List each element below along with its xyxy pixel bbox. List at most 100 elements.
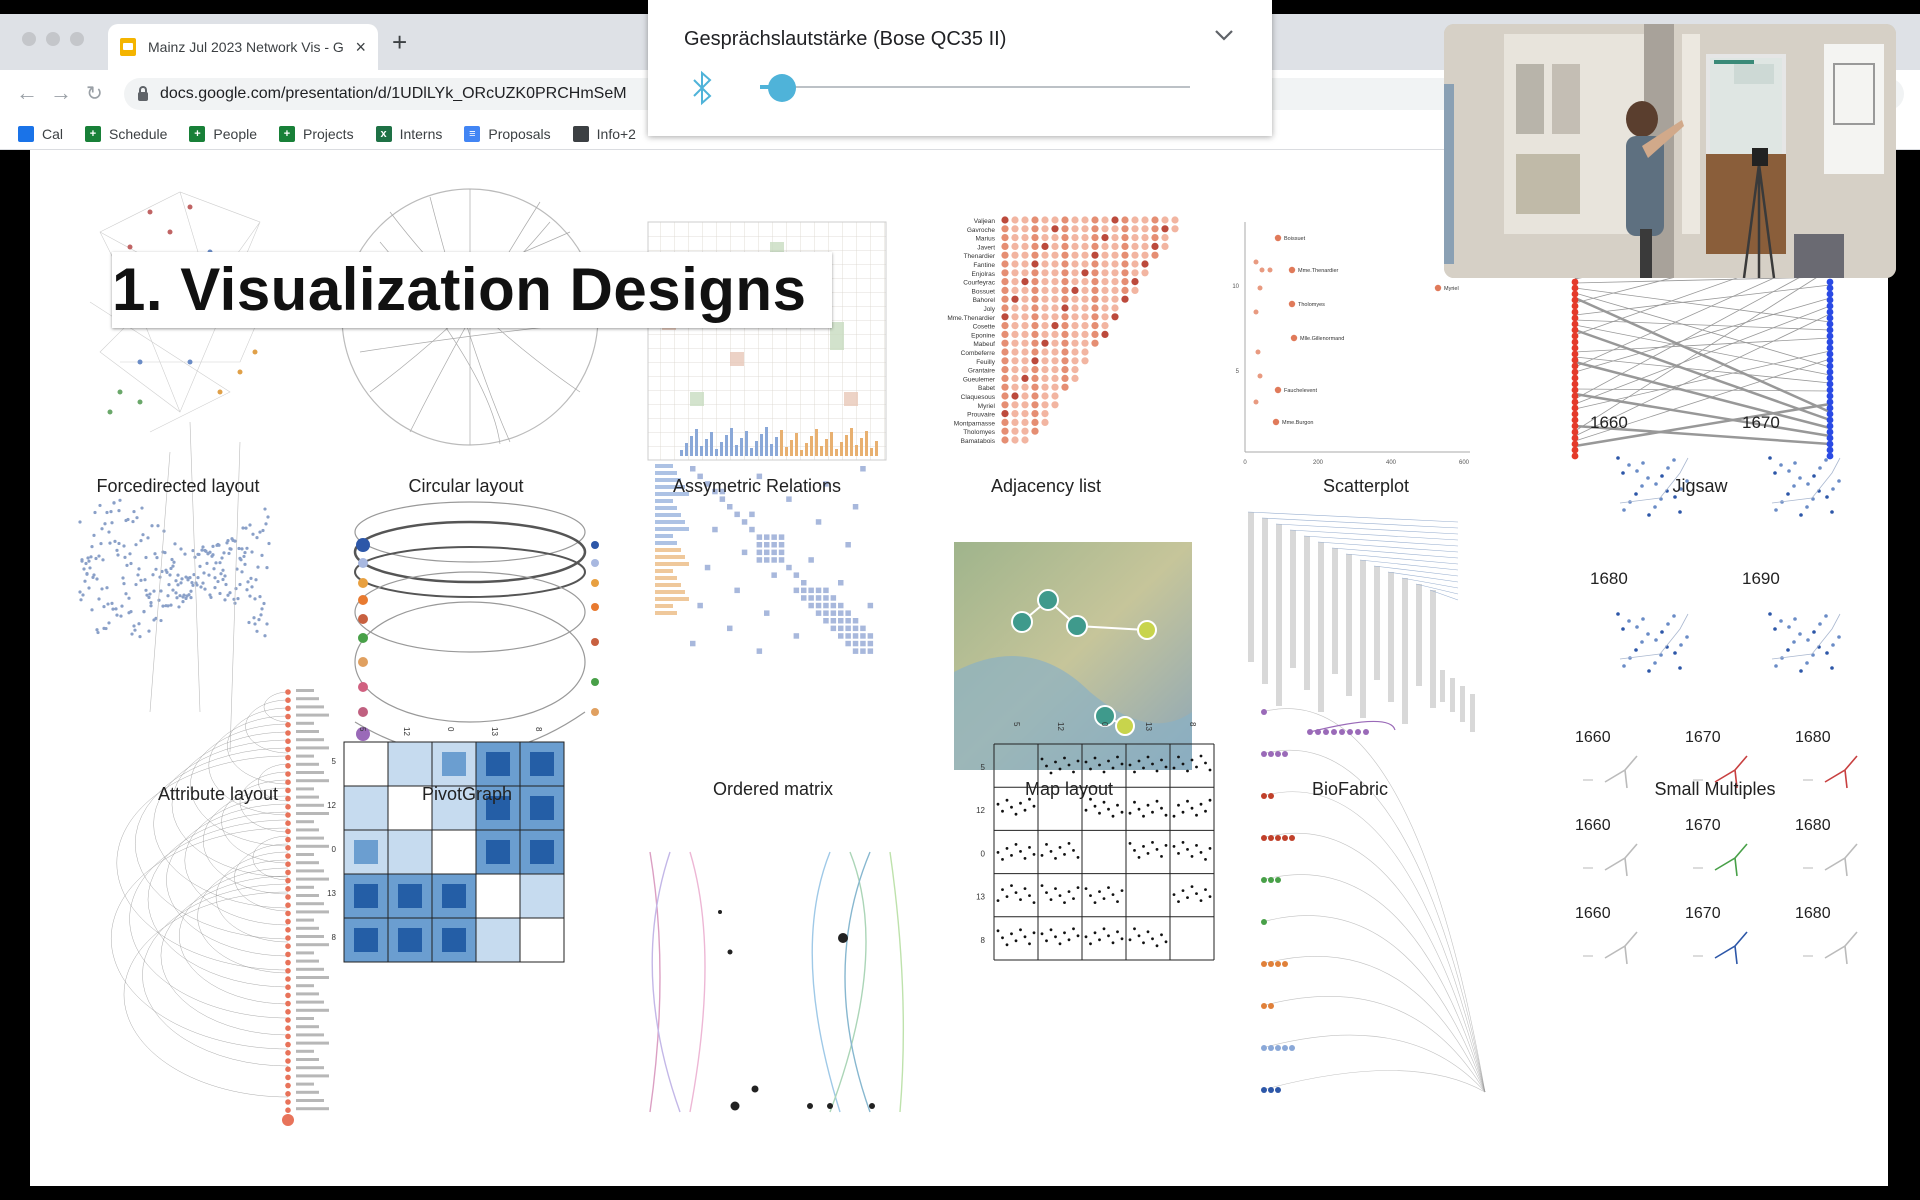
matrix-inner-cell	[530, 884, 554, 908]
arc-node-label	[296, 795, 319, 799]
adjacency-dot	[1071, 295, 1079, 303]
dot-mark	[1001, 936, 1004, 940]
bookmark-cal[interactable]: Cal	[18, 125, 63, 142]
matrix-row-label	[655, 555, 685, 559]
attribute-node	[147, 595, 151, 600]
dot-mark	[1072, 897, 1075, 900]
new-tab-button[interactable]: +	[392, 28, 407, 56]
attribute-node	[252, 616, 256, 620]
adjacency-dot	[1011, 251, 1019, 259]
forward-icon[interactable]: →	[50, 80, 72, 106]
matrix-cell	[690, 640, 696, 647]
adjacency-dot	[1131, 242, 1139, 250]
pivot-node	[358, 707, 368, 717]
tab-slides[interactable]: Mainz Jul 2023 Network Vis - G ×	[108, 24, 378, 70]
dot-mark	[1172, 766, 1176, 770]
adjacency-dot	[1061, 330, 1069, 338]
attribute-node	[254, 578, 258, 582]
screen: Mainz Jul 2023 Network Vis - G × + ← → ↻…	[0, 0, 1920, 1200]
jigsaw-blue-node	[1826, 422, 1834, 430]
adjacency-dot	[1051, 374, 1059, 382]
adjacency-dot	[1071, 278, 1079, 286]
dot-mark	[1023, 935, 1027, 939]
window-close-button[interactable]	[22, 32, 36, 46]
scatter-point-label: Mme.Burgon	[1282, 420, 1314, 426]
matrix-cell	[838, 602, 844, 609]
back-icon[interactable]: ←	[16, 80, 38, 106]
chevron-down-icon[interactable]	[1214, 28, 1234, 42]
attribute-node	[258, 594, 262, 599]
jigsaw-blue-node	[1826, 314, 1834, 322]
adjacency-dot	[1081, 286, 1089, 294]
adjacency-dot	[1131, 260, 1139, 268]
adjacency-dot	[1081, 304, 1089, 312]
mini-node	[1641, 617, 1645, 621]
mini-node	[1673, 651, 1677, 655]
mini-node	[1798, 476, 1802, 480]
attribute-node	[208, 550, 212, 554]
dot-mark	[1014, 939, 1018, 943]
dot-mark	[1084, 808, 1088, 812]
dot-mark	[1146, 755, 1150, 759]
jigsaw-edge	[1574, 297, 1831, 373]
volume-slider-handle[interactable]	[767, 74, 796, 102]
attribute-node	[139, 578, 143, 582]
attribute-node	[122, 544, 126, 548]
video-call-preview[interactable]	[1444, 24, 1896, 278]
close-icon[interactable]: ×	[355, 37, 366, 58]
adjacency-dot	[1031, 357, 1039, 365]
volume-slider-track[interactable]	[760, 86, 1190, 88]
dot-mark	[1208, 847, 1212, 850]
adjacency-dot	[1111, 295, 1119, 303]
letterbox-bottom	[0, 1186, 1920, 1200]
matrix-histogram-bar	[865, 431, 868, 456]
mini-node	[1792, 484, 1796, 488]
adjacency-dot	[1041, 322, 1049, 330]
adjacency-name-label: Thenardier	[964, 253, 996, 260]
matrix-cell	[830, 602, 837, 609]
adjacency-dot	[1151, 216, 1159, 224]
arc-node	[285, 902, 291, 908]
mini-node	[1805, 505, 1809, 509]
adjacency-dot	[1001, 427, 1009, 435]
adjacency-dot	[1131, 216, 1139, 224]
matrix-histogram-bar	[745, 431, 748, 456]
bookmark-proposals[interactable]: ≡ Proposals	[464, 125, 551, 142]
window-zoom-button[interactable]	[70, 32, 84, 46]
matrix-histogram-bar	[840, 442, 843, 456]
adjacency-dot	[1041, 242, 1049, 250]
matrix-histogram-bar	[805, 443, 808, 456]
bookmark-schedule[interactable]: + Schedule	[85, 125, 167, 142]
dot-mark	[1054, 887, 1057, 890]
mini-node	[1654, 482, 1658, 486]
mini-node	[1641, 461, 1645, 465]
bookmark-interns[interactable]: x Interns	[375, 125, 442, 142]
window-minimize-button[interactable]	[46, 32, 60, 46]
bookmark-projects[interactable]: + Projects	[279, 125, 354, 142]
arc-node	[285, 877, 291, 884]
bookmark-people[interactable]: + People	[189, 125, 257, 142]
attribute-node	[159, 589, 163, 593]
arc-node	[285, 1074, 291, 1081]
x-tick-label: 200	[1313, 460, 1324, 466]
biofabric-band	[1304, 536, 1310, 690]
adjacency-dot	[1111, 242, 1119, 250]
matrix-cell	[756, 549, 763, 556]
attribute-node	[98, 503, 102, 508]
reload-icon[interactable]: ↻	[86, 81, 103, 106]
matrix-cell	[845, 610, 851, 616]
scatter-point	[1255, 349, 1261, 355]
matrix-column-label: 12	[1056, 722, 1065, 731]
adjacency-dot	[1061, 278, 1069, 286]
bookmark-info-2[interactable]: Info+2	[572, 125, 636, 142]
attribute-node	[250, 550, 254, 554]
arc-node	[285, 1066, 291, 1072]
matrix-cell	[845, 542, 851, 548]
small-multiple-year-label: 1680	[1795, 729, 1831, 746]
network-node	[1268, 961, 1274, 967]
matrix-column-label: 12	[402, 727, 411, 736]
scatter-point	[1257, 285, 1263, 291]
attribute-node	[211, 553, 215, 557]
adjacency-dot	[1091, 260, 1099, 268]
network-edge	[1261, 915, 1486, 1093]
